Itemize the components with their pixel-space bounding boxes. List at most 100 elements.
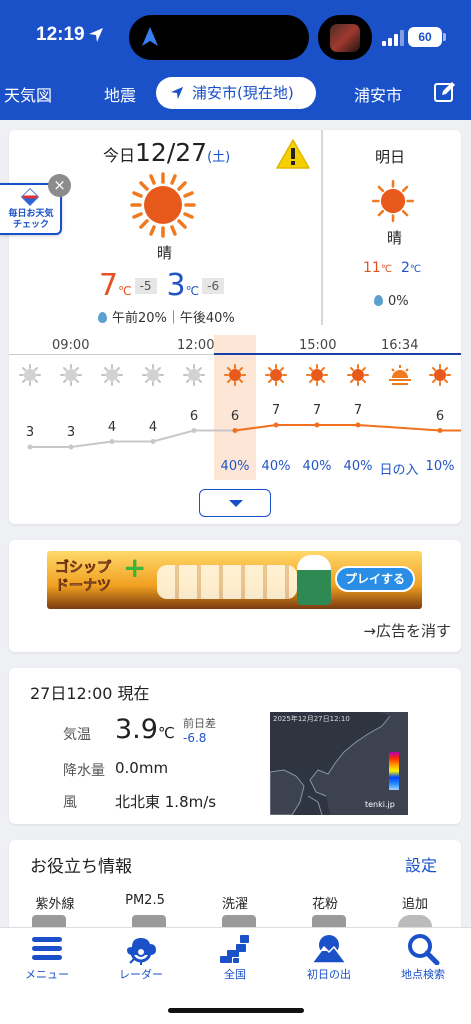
- today-high: 7: [99, 268, 119, 303]
- today-dow: (土): [207, 150, 231, 165]
- temp-point: [314, 422, 320, 428]
- tomorrow-forecast[interactable]: 明日 晴 11℃ 2℃ 0%: [323, 130, 461, 325]
- sunset-icon: [388, 364, 412, 390]
- forecast-card: 今日12/27(土) 晴 7℃ -5 3℃ -6 午前20%｜午後40% 明日 …: [9, 130, 461, 524]
- battery-icon: 60: [408, 27, 442, 47]
- tab-menu[interactable]: メニュー: [0, 928, 94, 988]
- ad-title-line1: ゴシップ: [55, 560, 112, 577]
- tomorrow-high: 11: [363, 260, 381, 276]
- temp-line-segment: [70, 440, 113, 448]
- tab-nationwide[interactable]: 全国: [188, 928, 282, 988]
- precip-label: 降水量: [63, 763, 105, 779]
- location-arrow-icon: [89, 28, 103, 42]
- hour-temp: 3: [25, 425, 35, 440]
- ad-card: ゴシップ ドーナツ + プレイする →広告を消す: [9, 540, 461, 652]
- daily-check-line2: チェック: [12, 220, 49, 230]
- hour-temp: 7: [271, 403, 281, 418]
- radar-logo: tenki.jp: [365, 800, 395, 809]
- nav-urayasu[interactable]: 浦安市: [354, 82, 402, 106]
- temp-point: [273, 422, 279, 428]
- album-art-icon: [330, 24, 360, 52]
- info-item-laundry[interactable]: 洗濯: [195, 893, 275, 912]
- japan-map-icon: [220, 935, 249, 963]
- cellular-signal-icon: [382, 30, 404, 46]
- tomorrow-label: 明日: [375, 148, 406, 166]
- hour-precip-chance: 40%: [302, 459, 332, 474]
- temp-line-segment: [357, 424, 441, 432]
- temp-value: 3.9℃: [115, 714, 175, 745]
- hour-temp: 6: [189, 408, 199, 424]
- expand-timeline-button[interactable]: [199, 489, 271, 517]
- useful-info-title: お役立ち情報: [30, 857, 132, 877]
- tomorrow-condition: 晴: [387, 229, 403, 247]
- temp-point: [109, 439, 115, 444]
- ad-play-button[interactable]: プレイする: [335, 566, 415, 592]
- info-item-pm25[interactable]: PM2.5: [105, 893, 185, 908]
- today-rain-chance: 午前20%｜午後40%: [98, 307, 235, 326]
- status-time: 12:19: [36, 24, 85, 45]
- hour-temp: 3: [66, 425, 76, 440]
- info-item-uv[interactable]: 紫外線: [15, 893, 95, 912]
- menu-icon: [32, 937, 62, 960]
- tab-nationwide-label: 全国: [224, 968, 246, 981]
- yesterday-diff: 前日差 -6.8: [183, 716, 216, 746]
- wind-label: 風: [63, 795, 77, 811]
- temp-point: [68, 444, 74, 450]
- useful-info-settings-link[interactable]: 設定: [405, 852, 437, 876]
- temp-point: [355, 422, 361, 428]
- nav-current-location-label: 浦安市(現在地): [192, 84, 294, 102]
- sun-icon: [265, 364, 287, 390]
- remove-ads-link[interactable]: →広告を消す: [363, 620, 451, 641]
- tomorrow-rain-value: 0%: [388, 294, 409, 309]
- temp-point: [191, 428, 197, 433]
- sun-grey-icon: [142, 364, 164, 390]
- radar-thumbnail[interactable]: 2025年12月27日12:10 tenki.jp: [270, 712, 408, 815]
- tab-location-search[interactable]: 地点検索: [376, 928, 470, 988]
- daily-check-line1: 毎日お天気: [8, 209, 54, 219]
- time-label-1500: 15:00: [299, 338, 337, 353]
- edit-icon[interactable]: [433, 80, 457, 104]
- hour-temp: 6: [230, 408, 240, 424]
- wind-value: 北北東 1.8m/s: [115, 793, 217, 811]
- radar-timestamp: 2025年12月27日12:10: [273, 715, 350, 723]
- tomorrow-high-unit: ℃: [380, 264, 393, 275]
- pm25-icon: [132, 915, 166, 927]
- sunrise-icon: [312, 935, 346, 964]
- info-item-pollen[interactable]: 花粉: [285, 893, 365, 912]
- future-time-line: [214, 353, 461, 355]
- time-label-0900: 09:00: [52, 338, 90, 353]
- tab-radar[interactable]: レーダー: [94, 928, 188, 988]
- nav-weather-map[interactable]: 天気図: [4, 82, 52, 106]
- current-conditions-card[interactable]: 27日12:00 現在 気温 3.9℃ 前日差 -6.8 降水量 0.0mm 風…: [9, 668, 461, 824]
- warning-icon[interactable]: [275, 138, 311, 170]
- hour-temp: 7: [312, 403, 322, 418]
- tab-first-sunrise-label: 初日の出: [307, 968, 351, 981]
- pollen-icon: [312, 915, 346, 927]
- nav-current-location[interactable]: 浦安市(現在地): [156, 77, 316, 109]
- yesterday-diff-value: -6.8: [183, 731, 207, 745]
- tab-first-sunrise[interactable]: 初日の出: [282, 928, 376, 988]
- radar-legend: [389, 752, 399, 790]
- today-condition: 晴: [157, 244, 173, 262]
- hourly-timeline[interactable]: 09:00 12:00 15:00 16:34 3 3 4 4 6 6 40% 7 40% 7 40…: [9, 335, 461, 480]
- temp-point: [437, 428, 443, 433]
- nav-earthquake[interactable]: 地震: [104, 82, 136, 106]
- battery-tip: [443, 33, 446, 41]
- info-item-add[interactable]: 追加: [375, 893, 455, 912]
- tab-location-search-label: 地点検索: [401, 968, 445, 981]
- ad-banner[interactable]: ゴシップ ドーナツ + プレイする: [47, 551, 422, 609]
- time-label-1200: 12:00: [177, 338, 215, 353]
- plus-icon: +: [123, 551, 147, 584]
- home-indicator[interactable]: [168, 1008, 304, 1013]
- close-icon[interactable]: ×: [48, 174, 71, 197]
- ad-title-line2: ドーナツ: [55, 578, 112, 595]
- hour-temp: 4: [148, 419, 158, 435]
- tab-radar-label: レーダー: [119, 968, 163, 981]
- tomorrow-low: 2: [400, 260, 410, 276]
- hour-precip-chance: 40%: [261, 459, 291, 474]
- ad-character: [297, 555, 331, 605]
- hour-temp: 4: [107, 419, 117, 435]
- today-date: 今日12/27(土): [103, 138, 230, 167]
- search-icon: [408, 934, 440, 965]
- chevron-down-icon: [229, 500, 243, 507]
